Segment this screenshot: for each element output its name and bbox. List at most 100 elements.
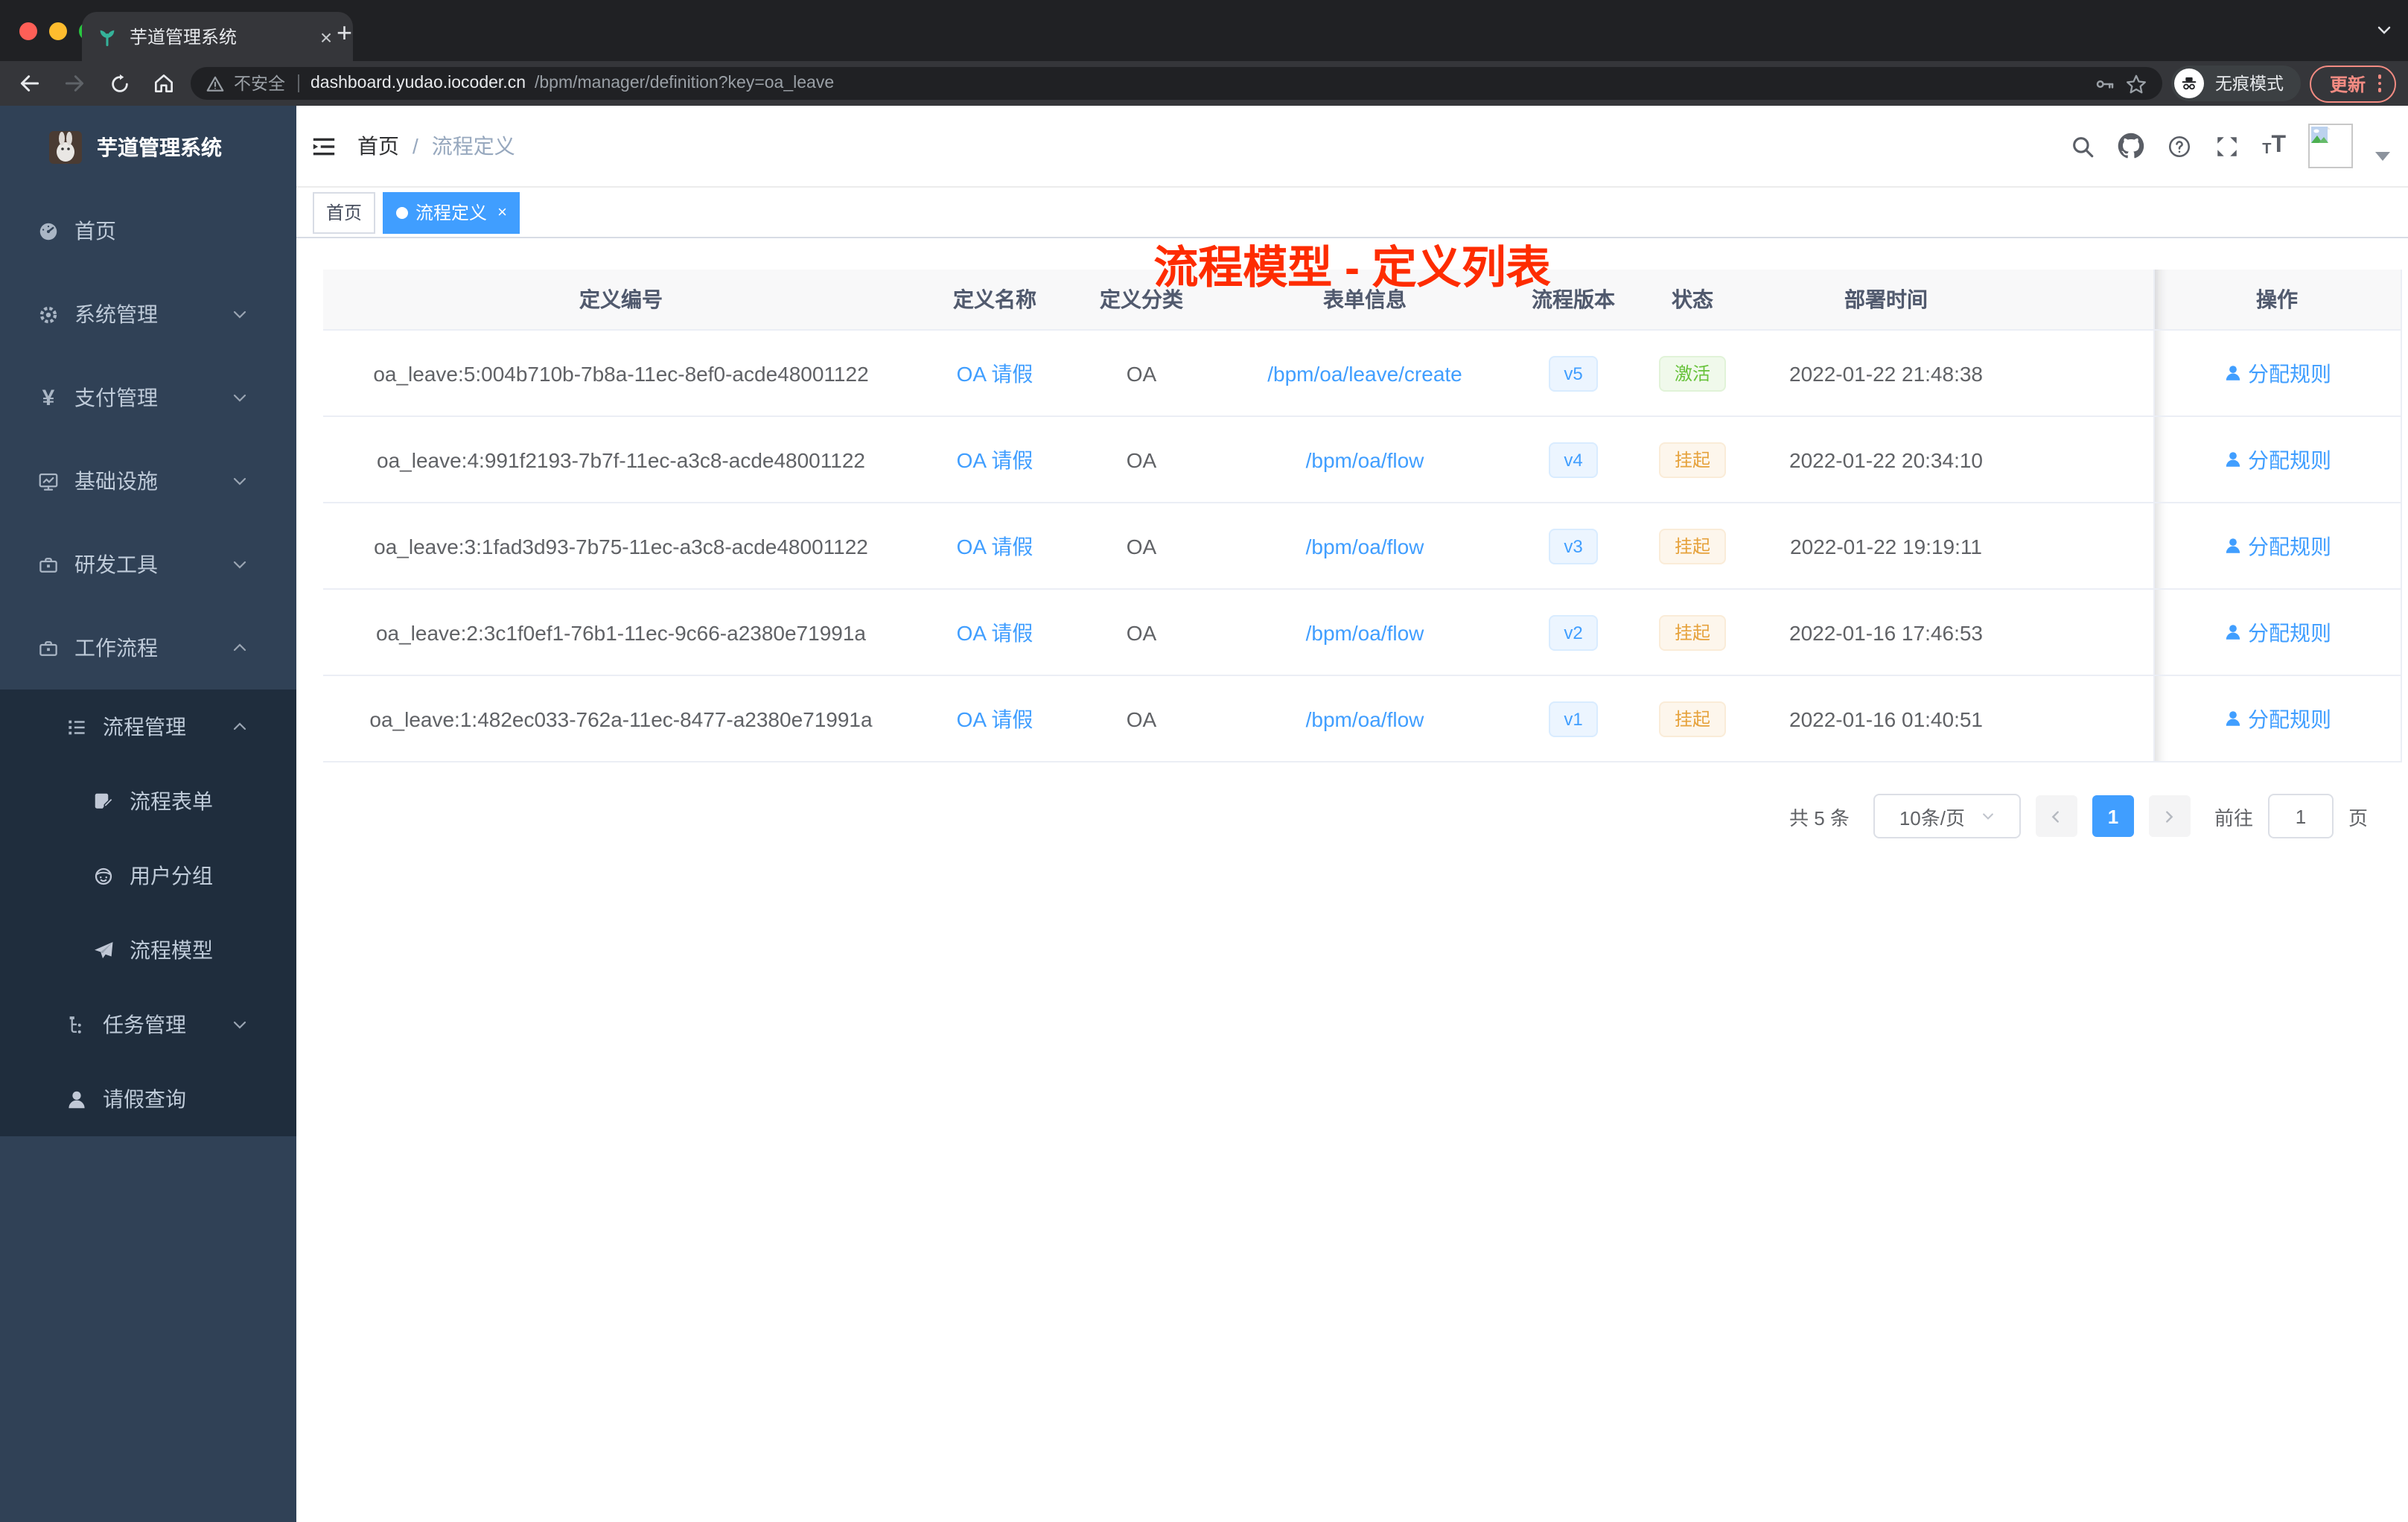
definition-name-link[interactable]: OA 请假 [957, 361, 1033, 385]
goto-unit: 页 [2348, 806, 2368, 829]
page-size-select[interactable]: 10条/页 [1873, 794, 2021, 838]
next-page-button[interactable] [2148, 795, 2191, 837]
back-icon[interactable] [12, 66, 48, 101]
browser-tabstrip: 芋道管理系统 × + [0, 0, 2408, 61]
chevron-down-icon [231, 389, 249, 407]
avatar-caret-icon[interactable] [2375, 152, 2390, 161]
minimize-window-button[interactable] [49, 22, 67, 40]
chevron-down-icon [231, 472, 249, 490]
menu-dots-icon[interactable] [2377, 74, 2381, 92]
cell-deploy-time: 2022-01-16 01:40:51 [1756, 675, 2016, 762]
avatar[interactable] [2308, 124, 2353, 168]
definition-name-link[interactable]: OA 请假 [957, 448, 1033, 471]
logo-avatar [49, 131, 82, 164]
sidebar-item-label: 流程模型 [130, 938, 213, 962]
sidebar-item-label: 基础设施 [74, 469, 158, 493]
forward-icon[interactable] [57, 66, 92, 101]
col-form-info: 表单信息 [1212, 270, 1517, 331]
help-icon[interactable] [2167, 133, 2192, 159]
url-host[interactable]: dashboard.yudao.iocoder.cn [310, 74, 526, 92]
url-path[interactable]: /bpm/manager/definition?key=oa_leave [535, 74, 834, 92]
home-icon[interactable] [146, 66, 182, 101]
not-secure-label[interactable]: 不安全 [234, 71, 285, 95]
browser-window: 芋道管理系统 × + 不安全 dashboard.yudao.iocoder.c… [0, 0, 2408, 1522]
cell-category: OA [1071, 503, 1212, 590]
cell-deploy-time: 2022-01-22 20:34:10 [1756, 416, 2016, 503]
sidebar-item-label: 流程表单 [130, 789, 213, 813]
person-icon [2223, 450, 2242, 469]
search-icon[interactable] [2070, 133, 2095, 159]
assign-rule-button[interactable]: 分配规则 [2223, 617, 2331, 647]
sidebar-item-workflow[interactable]: 工作流程 [0, 606, 296, 690]
font-size-icon[interactable]: TT [2262, 133, 2286, 158]
not-secure-warning-icon[interactable] [206, 74, 225, 93]
breadcrumb-home[interactable]: 首页 [357, 131, 399, 161]
cell-definition-id: oa_leave:3:1fad3d93-7b75-11ec-a3c8-acde4… [323, 503, 919, 590]
close-window-button[interactable] [19, 22, 37, 40]
form-link[interactable]: /bpm/oa/flow [1306, 534, 1424, 558]
sidebar-item-leave-query[interactable]: 请假查询 [0, 1062, 296, 1136]
sidebar-item-process-form[interactable]: 流程表单 [0, 764, 296, 838]
breadcrumb: 首页 / 流程定义 [357, 131, 515, 161]
url-divider [297, 74, 299, 92]
fullscreen-icon[interactable] [2214, 133, 2240, 159]
incognito-label: 无痕模式 [2214, 76, 2284, 94]
form-link[interactable]: /bpm/oa/leave/create [1267, 361, 1462, 385]
monitor-icon [37, 470, 60, 492]
chevron-down-icon [1980, 809, 1995, 824]
gear-icon [37, 303, 60, 325]
current-page-button[interactable]: 1 [2092, 795, 2134, 837]
form-link[interactable]: /bpm/oa/flow [1306, 448, 1424, 471]
sidebar-collapse-icon[interactable] [311, 133, 337, 159]
form-link[interactable]: /bpm/oa/flow [1306, 707, 1424, 730]
task-tree-icon [66, 1013, 88, 1036]
col-status: 状态 [1629, 270, 1756, 331]
password-key-icon[interactable] [2095, 72, 2117, 95]
sidebar-item-process-management[interactable]: 流程管理 [0, 690, 296, 764]
tag-home[interactable]: 首页 [313, 191, 376, 233]
update-label[interactable]: 更新 [2330, 71, 2366, 96]
page-goto-input[interactable] [2267, 794, 2334, 838]
assign-rule-button[interactable]: 分配规则 [2223, 445, 2331, 474]
sidebar-item-user-group[interactable]: 用户分组 [0, 838, 296, 913]
tag-process-definition[interactable]: 流程定义 × [383, 191, 520, 233]
col-process-version: 流程版本 [1517, 270, 1629, 331]
address-bar[interactable]: 不安全 dashboard.yudao.iocoder.cn/bpm/manag… [191, 67, 2163, 100]
sidebar-item-infrastructure[interactable]: 基础设施 [0, 439, 296, 523]
tag-label: 首页 [326, 203, 363, 223]
assign-rule-button[interactable]: 分配规则 [2223, 358, 2331, 388]
tag-close-icon[interactable]: × [497, 203, 507, 221]
sidebar-item-dev-tools[interactable]: 研发工具 [0, 523, 296, 606]
definition-name-link[interactable]: OA 请假 [957, 707, 1033, 730]
form-link[interactable]: /bpm/oa/flow [1306, 620, 1424, 644]
sidebar-item-label: 用户分组 [130, 864, 213, 888]
tab-search-chevron-icon[interactable] [2375, 21, 2393, 39]
browser-tab[interactable]: 芋道管理系统 × [82, 12, 353, 61]
version-badge: v4 [1549, 442, 1598, 477]
table-row: oa_leave:4:991f2193-7b7f-11ec-a3c8-acde4… [323, 416, 2401, 503]
new-tab-button[interactable]: + [337, 19, 352, 46]
definition-name-link[interactable]: OA 请假 [957, 620, 1033, 644]
cell-category: OA [1071, 675, 1212, 762]
browser-toolbar: 不安全 dashboard.yudao.iocoder.cn/bpm/manag… [0, 61, 2408, 106]
sidebar-item-home[interactable]: 首页 [0, 189, 296, 273]
reload-icon[interactable] [101, 66, 137, 101]
github-icon[interactable] [2118, 133, 2144, 159]
sidebar-item-system[interactable]: 系统管理 [0, 273, 296, 356]
sidebar-item-process-model[interactable]: 流程模型 [0, 913, 296, 987]
breadcrumb-current: 流程定义 [431, 134, 515, 158]
prev-page-button[interactable] [2035, 795, 2077, 837]
sidebar-item-payment[interactable]: ¥ 支付管理 [0, 356, 296, 439]
assign-rule-button[interactable]: 分配规则 [2223, 704, 2331, 733]
app-logo: 芋道管理系统 [0, 106, 296, 189]
bookmark-star-icon[interactable] [2126, 72, 2148, 95]
cell-category: OA [1071, 330, 1212, 417]
incognito-badge: 无痕模式 [2171, 66, 2302, 101]
chevron-right-icon [2162, 808, 2178, 824]
sidebar-item-task-management[interactable]: 任务管理 [0, 987, 296, 1062]
chrome-update-button[interactable]: 更新 [2310, 65, 2396, 102]
person-icon [2223, 623, 2242, 642]
definition-name-link[interactable]: OA 请假 [957, 534, 1033, 558]
tab-close-icon[interactable]: × [314, 25, 338, 48]
assign-rule-button[interactable]: 分配规则 [2223, 531, 2331, 561]
